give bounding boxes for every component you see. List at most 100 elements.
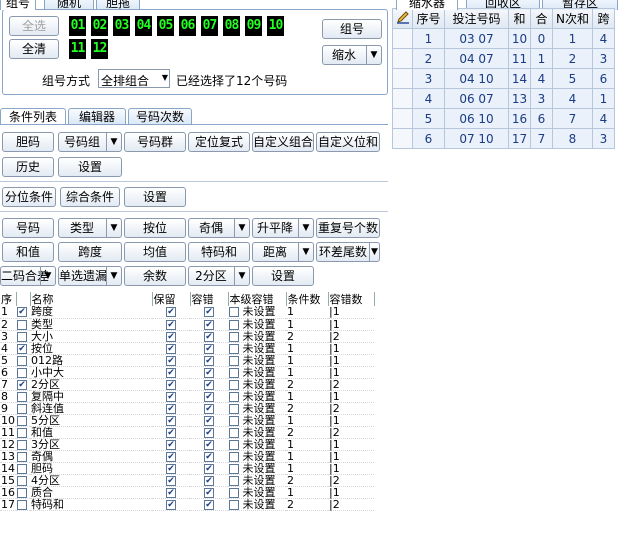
row-checkbox[interactable]: [16, 414, 30, 427]
row-checkbox[interactable]: [16, 330, 30, 343]
grid-row[interactable]: 12 3分区 ✔ ✔ 未设置 1 |1: [0, 438, 374, 451]
remainder-button[interactable]: 余数: [124, 266, 186, 286]
level-tolerance-cell[interactable]: 未设置: [228, 378, 286, 391]
level-tolerance-cell[interactable]: 未设置: [228, 474, 286, 487]
number-group-dropdown[interactable]: 号码组 ▼: [58, 132, 122, 152]
clear-all-button[interactable]: 全清: [9, 39, 59, 59]
tolerance-checkbox[interactable]: ✔: [204, 475, 214, 486]
dan-code-button[interactable]: 胆码: [2, 132, 54, 152]
level-tolerance-cell[interactable]: 未设置: [228, 318, 286, 331]
grid-row[interactable]: 4 ✔ 按位 ✔ ✔ 未设置 1 |1: [0, 342, 374, 355]
result-row[interactable]: 1 03 07 10 0 1 4: [392, 28, 615, 49]
row-checkbox[interactable]: [16, 438, 30, 451]
tolerance-checkbox-cell[interactable]: ✔: [190, 366, 228, 379]
level-tolerance-cell[interactable]: 未设置: [228, 486, 286, 499]
keep-checkbox[interactable]: ✔: [166, 475, 176, 486]
row-checkbox[interactable]: [16, 498, 30, 511]
level-tolerance-cell[interactable]: 未设置: [228, 366, 286, 379]
sum-button[interactable]: 和值: [2, 242, 54, 262]
number-button[interactable]: 号码: [2, 218, 54, 238]
special-sum-button[interactable]: 特码和: [188, 242, 250, 262]
checkbox[interactable]: [17, 451, 27, 462]
level-tolerance-checkbox[interactable]: [229, 331, 239, 342]
keep-checkbox-cell[interactable]: ✔: [152, 402, 190, 415]
chevron-down-icon[interactable]: ▼: [234, 219, 249, 237]
keep-checkbox-cell[interactable]: ✔: [152, 342, 190, 355]
grid-row[interactable]: 9 斜连值 ✔ ✔ 未设置 2 |2: [0, 402, 374, 415]
row-checkbox[interactable]: [16, 474, 30, 487]
chevron-down-icon[interactable]: ▼: [106, 219, 121, 237]
row-checkbox[interactable]: [16, 402, 30, 415]
number-ball[interactable]: 03: [113, 16, 130, 36]
number-ball[interactable]: 09: [245, 16, 262, 36]
tab-condition-list[interactable]: 条件列表: [0, 108, 66, 124]
tolerance-checkbox[interactable]: ✔: [204, 331, 214, 342]
positional-compound-button[interactable]: 定位复式: [188, 132, 250, 152]
tolerance-checkbox[interactable]: ✔: [204, 427, 214, 438]
grid-row[interactable]: 10 5分区 ✔ ✔ 未设置 1 |1: [0, 414, 374, 427]
checkbox[interactable]: [17, 475, 27, 486]
keep-checkbox[interactable]: ✔: [166, 379, 176, 390]
grid-row[interactable]: 16 质合 ✔ ✔ 未设置 1 |1: [0, 486, 374, 499]
grid-row[interactable]: 3 大小 ✔ ✔ 未设置 2 |2: [0, 330, 374, 343]
checkbox[interactable]: [17, 331, 27, 342]
chevron-down-icon[interactable]: ▼: [106, 133, 121, 151]
result-row[interactable]: 6 07 10 17 7 8 3: [392, 128, 615, 149]
number-ball[interactable]: 04: [135, 16, 152, 36]
tolerance-checkbox[interactable]: ✔: [204, 451, 214, 462]
grid-row[interactable]: 1 ✔ 跨度 ✔ ✔ 未设置 1 |1: [0, 306, 374, 319]
tolerance-checkbox[interactable]: ✔: [204, 499, 214, 510]
keep-checkbox-cell[interactable]: ✔: [152, 354, 190, 367]
keep-checkbox[interactable]: ✔: [166, 415, 176, 426]
span-button[interactable]: 跨度: [58, 242, 122, 262]
grid-row[interactable]: 2 类型 ✔ ✔ 未设置 1 |1: [0, 318, 374, 331]
keep-checkbox[interactable]: ✔: [166, 319, 176, 330]
keep-checkbox-cell[interactable]: ✔: [152, 366, 190, 379]
keep-checkbox-cell[interactable]: ✔: [152, 438, 190, 451]
keep-checkbox[interactable]: ✔: [166, 343, 176, 354]
tolerance-checkbox-cell[interactable]: ✔: [190, 426, 228, 439]
checkbox[interactable]: [17, 403, 27, 414]
keep-checkbox[interactable]: ✔: [166, 307, 176, 318]
checkbox[interactable]: [17, 439, 27, 450]
chevron-down-icon[interactable]: ▼: [234, 267, 249, 285]
checkbox[interactable]: [17, 499, 27, 510]
level-tolerance-cell[interactable]: 未设置: [228, 450, 286, 463]
checkbox[interactable]: [17, 367, 27, 378]
level-tolerance-checkbox[interactable]: [229, 475, 239, 486]
keep-checkbox-cell[interactable]: ✔: [152, 426, 190, 439]
chevron-down-icon[interactable]: ▼: [369, 243, 379, 261]
level-tolerance-checkbox[interactable]: [229, 403, 239, 414]
tolerance-checkbox-cell[interactable]: ✔: [190, 414, 228, 427]
level-tolerance-checkbox[interactable]: [229, 415, 239, 426]
number-ball[interactable]: 11: [69, 39, 86, 59]
keep-checkbox[interactable]: ✔: [166, 367, 176, 378]
grid-row[interactable]: 6 小中大 ✔ ✔ 未设置 1 |1: [0, 366, 374, 379]
tolerance-checkbox[interactable]: ✔: [204, 355, 214, 366]
keep-checkbox-cell[interactable]: ✔: [152, 498, 190, 511]
number-ball[interactable]: 01: [69, 16, 86, 36]
checkbox[interactable]: [17, 415, 27, 426]
result-row[interactable]: 4 06 07 13 3 4 1: [392, 88, 615, 109]
number-ball[interactable]: 05: [157, 16, 174, 36]
tolerance-checkbox-cell[interactable]: ✔: [190, 450, 228, 463]
checkbox[interactable]: [17, 355, 27, 366]
keep-checkbox-cell[interactable]: ✔: [152, 474, 190, 487]
level-tolerance-cell[interactable]: 未设置: [228, 354, 286, 367]
row-checkbox[interactable]: [16, 390, 30, 403]
ring-diff-dropdown[interactable]: 环差尾数 ▼: [316, 242, 380, 262]
tolerance-checkbox[interactable]: ✔: [204, 487, 214, 498]
tolerance-checkbox[interactable]: ✔: [204, 379, 214, 390]
combined-condition-button[interactable]: 综合条件: [60, 187, 120, 207]
level-tolerance-cell[interactable]: 未设置: [228, 306, 286, 319]
keep-checkbox-cell[interactable]: ✔: [152, 318, 190, 331]
number-ball[interactable]: 12: [91, 39, 108, 59]
tolerance-checkbox-cell[interactable]: ✔: [190, 438, 228, 451]
tolerance-checkbox[interactable]: ✔: [204, 403, 214, 414]
tolerance-checkbox[interactable]: ✔: [204, 319, 214, 330]
keep-checkbox-cell[interactable]: ✔: [152, 330, 190, 343]
level-tolerance-cell[interactable]: 未设置: [228, 414, 286, 427]
row-checkbox[interactable]: [16, 354, 30, 367]
keep-checkbox-cell[interactable]: ✔: [152, 414, 190, 427]
number-ball[interactable]: 07: [201, 16, 218, 36]
